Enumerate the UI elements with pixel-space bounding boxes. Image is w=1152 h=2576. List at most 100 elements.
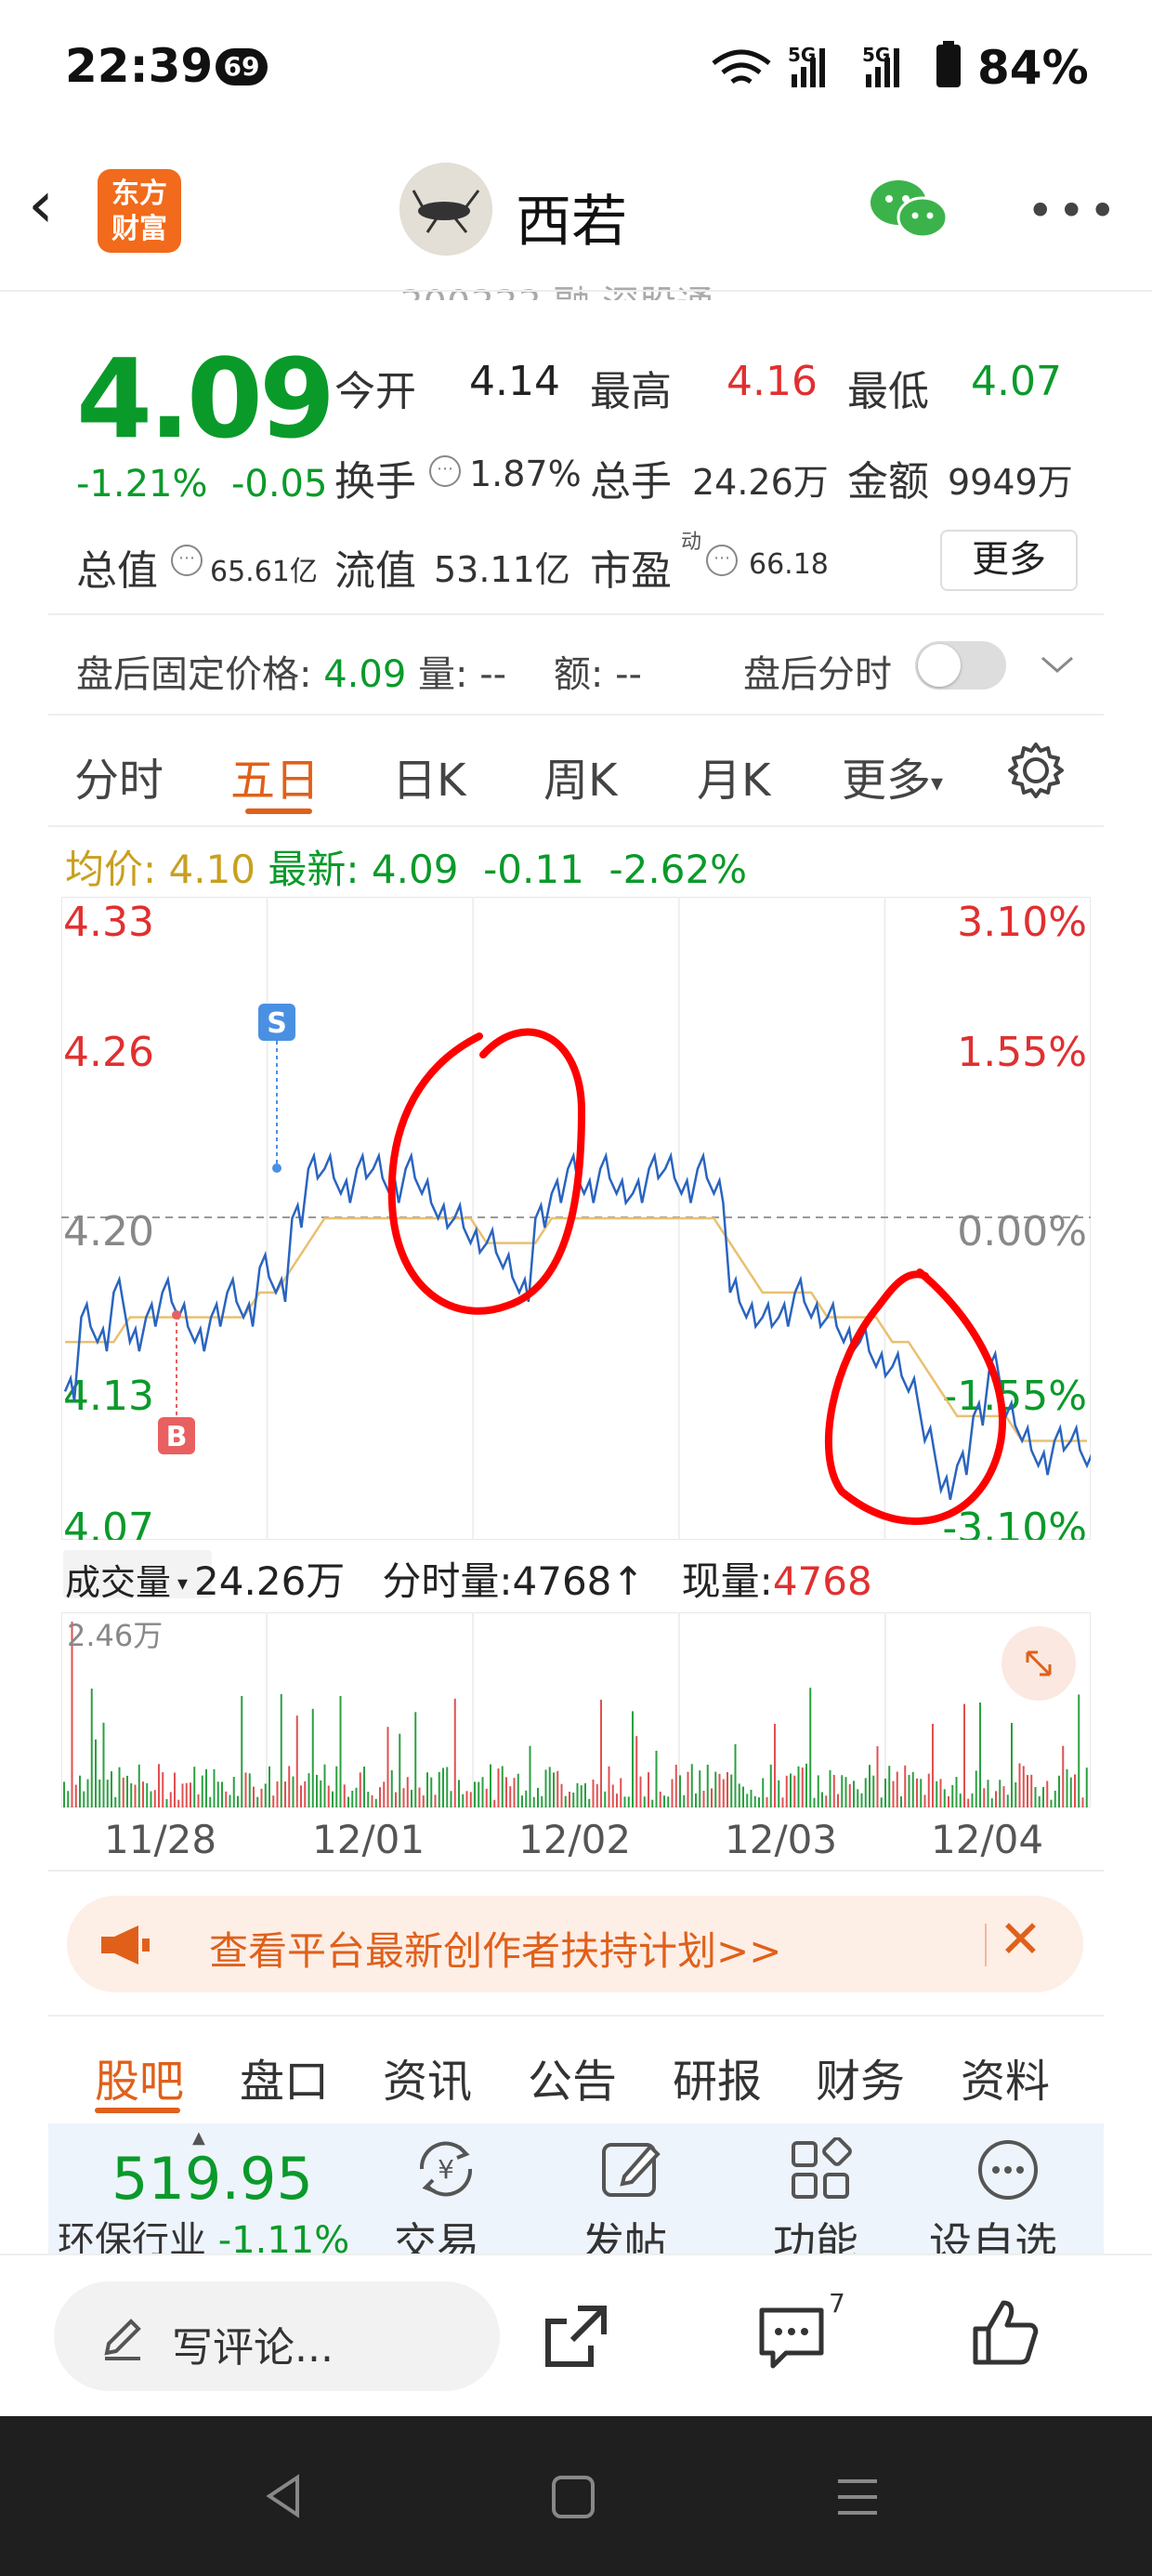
info-icon[interactable]: ⋯ [706,545,738,576]
mktcap-value: 65.61亿 [210,556,318,588]
like-icon[interactable] [968,2295,1042,2370]
volume-bar [367,1792,370,1807]
tab-daily-k[interactable]: 日K [392,743,465,808]
volume-bar [86,1779,89,1807]
volume-bar [769,1764,772,1807]
volume-bar [916,1778,918,1807]
tab-news[interactable]: 资讯 [383,2044,472,2109]
volume-bar [197,1794,200,1807]
caret-down-icon: ▾ [171,1572,195,1596]
volume-bar [659,1791,661,1807]
volume-bar [643,1796,646,1807]
volume-bar [990,1798,993,1807]
volume-bar [635,1736,638,1807]
tick-volume-value: 4768↑ [512,1558,645,1604]
comments-icon[interactable] [754,2301,829,2375]
caret-down-icon: ▾ [931,769,944,797]
y-tick-right: -1.55% [942,1373,1087,1420]
volume-bar [481,1777,484,1807]
volume-bar [280,1693,282,1807]
volume-bar [560,1783,563,1807]
gear-icon[interactable] [1005,740,1067,801]
after-hours-info: 盘后固定价格: 4.09 量: -- 额: -- [76,644,642,698]
tab-monthly-k[interactable]: 月K [697,743,770,808]
app-logo[interactable]: 东方 财富 [98,169,181,253]
volume-bar [379,1787,381,1807]
status-bar: 22:39 69 5G 5G 84% [0,0,1152,139]
wechat-share-icon[interactable] [869,177,948,242]
divider [48,825,1104,827]
tab-weekly-k[interactable]: 周K [543,743,617,808]
stock-avatar[interactable] [399,163,492,256]
volume-bar [592,1780,595,1807]
volume-bar [395,1792,397,1807]
nav-home-icon[interactable] [550,2474,596,2520]
post-icon[interactable] [598,2137,665,2202]
amount-value: 9949万 [948,462,1073,503]
more-button[interactable]: 更多 [940,530,1078,591]
tab-profile[interactable]: 资料 [961,2044,1050,2109]
sector-price[interactable]: 519.95 [111,2145,313,2213]
volume-bar [695,1793,697,1807]
add-watchlist-icon[interactable] [975,2137,1041,2202]
more-options-icon[interactable]: ••• [1027,184,1119,238]
volume-bar [414,1712,417,1807]
tab-guba[interactable]: 股吧 [95,2044,184,2109]
volume-bar [411,1789,412,1807]
volume-bar [620,1778,622,1807]
volume-bar [627,1796,630,1807]
volume-bar [904,1765,907,1807]
volume-bar [616,1794,618,1807]
volume-bar [406,1777,409,1807]
volume-bar [1066,1768,1068,1807]
volume-bar [844,1777,847,1807]
volume-bar [74,1784,77,1807]
nav-back-icon[interactable] [260,2472,307,2520]
volume-chart[interactable]: 2.46万 [61,1612,1091,1807]
volume-bar [896,1771,898,1807]
volume-bar [351,1790,354,1807]
tab-pankou[interactable]: 盘口 [240,2044,329,2109]
volume-bar [268,1766,270,1807]
clock: 22:39 [65,39,214,93]
comment-placeholder[interactable]: 写评论... [172,2314,334,2373]
y-tick-right: 0.00% [957,1208,1087,1255]
volume-bar [371,1794,373,1807]
low-label: 最低 [847,368,929,415]
tab-more[interactable]: 更多▾ [842,743,943,808]
volume-bar [778,1780,780,1807]
info-icon[interactable]: ⋯ [429,455,461,487]
volume-bar [623,1796,626,1807]
info-icon[interactable]: ⋯ [171,545,203,576]
tab-intraday[interactable]: 分时 [74,743,164,808]
volume-bar [158,1764,160,1807]
banner-text[interactable]: 查看平台最新创作者扶持计划>> [209,1920,781,1977]
trade-icon[interactable]: ¥ [409,2136,483,2202]
tab-five-day[interactable]: 五日 [230,743,320,808]
tick-volume-label: 分时量: [382,1558,513,1604]
tab-finance[interactable]: 财务 [816,2044,905,2109]
share-icon[interactable] [541,2301,611,2372]
function-grid-icon[interactable] [788,2137,853,2202]
comment-count: 7 [829,2288,845,2319]
volume-bar [1050,1799,1053,1807]
volume-bar [295,1715,298,1807]
volume-bar [229,1794,231,1807]
latest-change-pct: -2.62% [609,847,748,892]
volume-bar [165,1799,168,1807]
back-button[interactable]: ‹ [28,172,54,237]
svg-text:¥: ¥ [438,2154,454,2185]
nav-menu-icon[interactable] [834,2476,881,2518]
price-chart[interactable]: 4.334.264.204.134.073.10%1.55%0.00%-1.55… [61,897,1091,1540]
volume-bar [600,1700,602,1807]
volume-bar [706,1765,709,1807]
volume-bar [951,1784,954,1807]
close-icon[interactable]: ✕ [999,1914,1042,1966]
chevron-down-icon[interactable] [1039,651,1076,678]
volume-bar [702,1791,705,1807]
volume-bar [663,1795,665,1807]
volume-bar [758,1797,760,1807]
tab-research[interactable]: 研报 [673,2044,762,2109]
volume-bar [363,1766,365,1807]
tab-announcements[interactable]: 公告 [528,2044,617,2109]
